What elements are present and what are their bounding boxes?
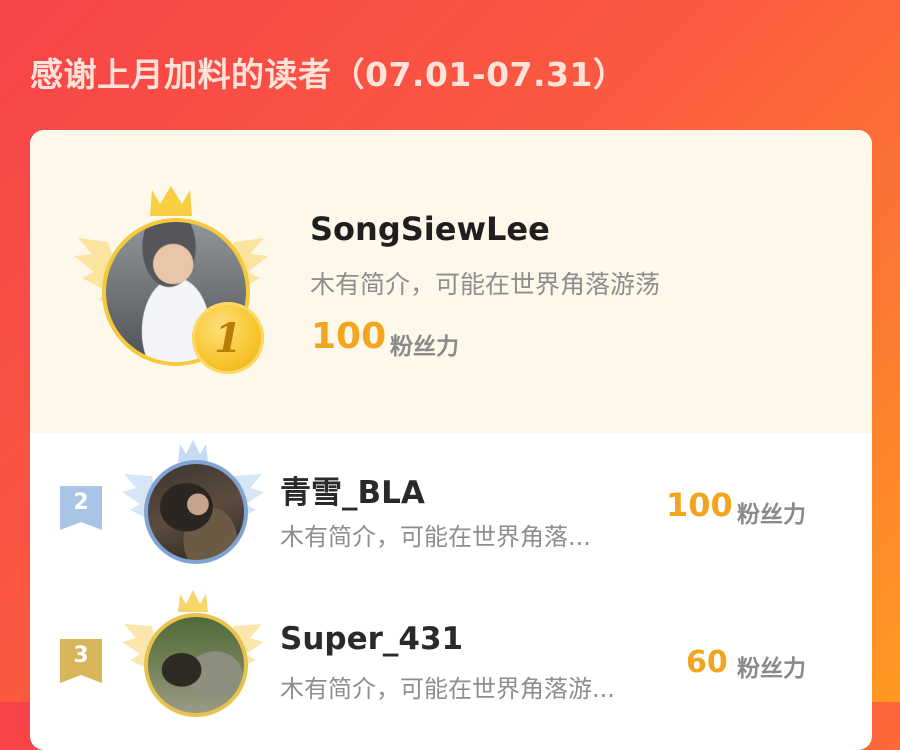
reader-name[interactable]: Super_431 — [280, 621, 463, 657]
reader-name[interactable]: SongSiewLee — [310, 210, 550, 248]
reader-bio: 木有简介，可能在世界角落游荡 — [310, 270, 661, 299]
page-title: 感谢上月加料的读者（07.01-07.31） — [30, 55, 627, 94]
fans-value: 100 — [666, 486, 733, 524]
fans-unit-label: 粉丝力 — [390, 334, 459, 360]
reader-bio: 木有简介，可能在世界角落游... — [280, 675, 615, 703]
rank-number: 2 — [73, 490, 89, 515]
gold-medal-icon: 1 — [192, 302, 264, 374]
fans-unit-label: 粉丝力 — [737, 656, 806, 682]
avatar[interactable] — [144, 613, 248, 717]
rank-number: 3 — [73, 643, 89, 668]
fans-value: 100 — [311, 316, 387, 357]
reader-row[interactable]: 2 青雪_BLA 木有简介，可能在世界角落... 100 粉丝力 — [30, 433, 872, 583]
avatar[interactable] — [144, 460, 248, 564]
ranking-card: 1 SongSiewLee 木有简介，可能在世界角落游荡 100 粉丝力 2 青… — [30, 130, 872, 750]
reader-row[interactable]: 3 Super_431 木有简介，可能在世界角落游... 60 粉丝力 — [30, 583, 872, 733]
reader-bio: 木有简介，可能在世界角落... — [280, 523, 591, 551]
fans-value: 60 — [686, 645, 728, 680]
top-reader-row[interactable]: 1 SongSiewLee 木有简介，可能在世界角落游荡 100 粉丝力 — [30, 130, 872, 433]
fans-unit-label: 粉丝力 — [737, 502, 806, 528]
reader-name[interactable]: 青雪_BLA — [280, 467, 425, 512]
